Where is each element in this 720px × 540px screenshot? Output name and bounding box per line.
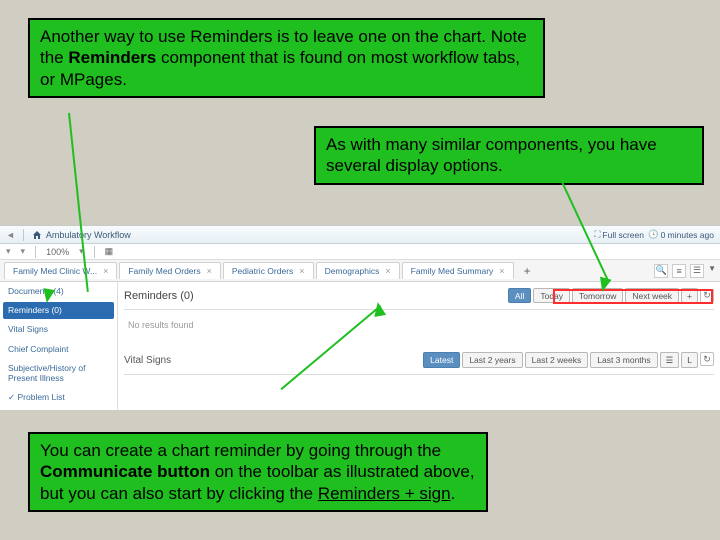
filter-latest[interactable]: Latest	[423, 352, 460, 368]
filter-today[interactable]: Today	[533, 288, 570, 303]
menu-icon[interactable]: ☰	[690, 264, 704, 278]
dropdown-icon[interactable]: ▼	[708, 264, 716, 278]
reminders-empty: No results found	[124, 310, 714, 340]
zoom-label: 100%	[46, 247, 69, 257]
sidebar-item-vital-signs[interactable]: Vital Signs	[0, 320, 117, 339]
callout-text: As with many similar components, you hav…	[326, 135, 657, 175]
separator	[35, 246, 36, 258]
filter-last-2-years[interactable]: Last 2 years	[462, 352, 522, 368]
vital-signs-filter-bar: Latest Last 2 years Last 2 weeks Last 3 …	[423, 352, 714, 368]
callout-reminders-component: Another way to use Reminders is to leave…	[28, 18, 545, 98]
tab-family-med-clinic[interactable]: Family Med Clinic W...×	[4, 262, 117, 279]
app-toolbar: ◄ Ambulatory Workflow ⛶ Full screen 🕓 0 …	[0, 226, 720, 244]
ehr-screenshot: ◄ Ambulatory Workflow ⛶ Full screen 🕓 0 …	[0, 225, 720, 410]
filter-last-2-weeks[interactable]: Last 2 weeks	[525, 352, 589, 368]
close-icon[interactable]: ×	[299, 266, 304, 276]
dropdown-icon[interactable]: ▾	[21, 246, 26, 257]
reminders-add-button[interactable]: +	[681, 288, 698, 303]
sidebar: Documents (4) Reminders (0) Vital Signs …	[0, 282, 118, 410]
filter-all[interactable]: All	[508, 288, 531, 303]
last-refresh: 🕓 0 minutes ago	[648, 229, 714, 240]
vital-signs-header: Vital Signs Latest Last 2 years Last 2 w…	[124, 350, 714, 375]
sidebar-item-problem-list[interactable]: Problem List	[0, 388, 117, 407]
refresh-icon[interactable]: ↻	[700, 352, 714, 366]
callout-text: You can create a chart reminder by going…	[40, 441, 441, 460]
reminders-title: Reminders (0)	[124, 290, 194, 302]
nav-back-icon[interactable]: ◄	[6, 230, 15, 240]
app-subbar: ▾ ▾ 100% ▾ ▦	[0, 244, 720, 260]
main-panel: Reminders (0) All Today Tomorrow Next we…	[118, 282, 720, 410]
arrow-head-icon	[372, 301, 386, 317]
close-icon[interactable]: ×	[103, 266, 108, 276]
tab-family-med-summary[interactable]: Family Med Summary×	[402, 262, 514, 279]
search-icon[interactable]: 🔍	[654, 264, 668, 278]
callout-bold: Communicate button	[40, 462, 210, 481]
tab-pediatric-orders[interactable]: Pediatric Orders×	[223, 262, 314, 279]
sidebar-item-chief-complaint[interactable]: Chief Complaint	[0, 340, 117, 359]
sidebar-item-documents[interactable]: Documents (4)	[0, 282, 117, 301]
separator	[23, 229, 24, 241]
home-icon	[32, 230, 42, 240]
callout-text: Reminders + sign	[318, 484, 451, 503]
sidebar-item-reminders[interactable]: Reminders (0)	[3, 302, 114, 319]
callout-create-reminder: You can create a chart reminder by going…	[28, 432, 488, 512]
vital-signs-title: Vital Signs	[124, 355, 171, 366]
sidebar-item-subjective[interactable]: Subjective/History of Present Illness	[0, 359, 117, 388]
filter-last-3-months[interactable]: Last 3 months	[590, 352, 657, 368]
tabs-row: Family Med Clinic W...× Family Med Order…	[0, 260, 720, 282]
arrow-head-icon	[41, 288, 55, 304]
add-tab-button[interactable]: +	[516, 262, 539, 280]
layout-icon[interactable]: ▦	[105, 246, 114, 257]
close-icon[interactable]: ×	[385, 266, 390, 276]
refresh-icon[interactable]: ↻	[700, 289, 714, 303]
reminders-filter-bar: All Today Tomorrow Next week + ↻	[508, 288, 714, 303]
close-icon[interactable]: ×	[499, 266, 504, 276]
layout-a-button[interactable]: ☰	[660, 352, 680, 368]
callout-bold: Reminders	[68, 48, 156, 67]
callout-display-options: As with many similar components, you hav…	[314, 126, 704, 185]
separator	[94, 246, 95, 258]
close-icon[interactable]: ×	[207, 266, 212, 276]
dropdown-icon[interactable]: ▾	[6, 246, 11, 257]
fullscreen-button[interactable]: ⛶ Full screen	[594, 229, 644, 240]
reminders-header: Reminders (0) All Today Tomorrow Next we…	[124, 286, 714, 310]
callout-text: .	[451, 484, 456, 503]
filter-icon[interactable]: ≡	[672, 264, 686, 278]
filter-next-week[interactable]: Next week	[625, 288, 679, 303]
tab-demographics[interactable]: Demographics×	[316, 262, 400, 279]
layout-b-button[interactable]: L	[681, 352, 698, 368]
tab-family-med-orders[interactable]: Family Med Orders×	[119, 262, 221, 279]
workflow-label: Ambulatory Workflow	[46, 230, 131, 240]
